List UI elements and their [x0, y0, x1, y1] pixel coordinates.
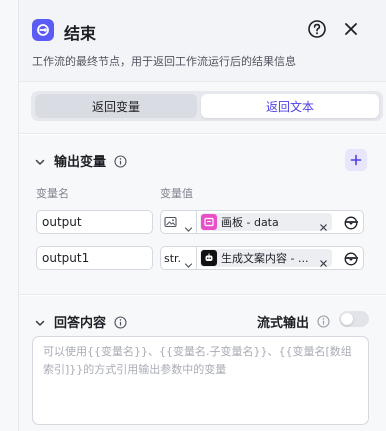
mode-switch-area: 返回变量 返回文本	[19, 82, 386, 134]
variable-type-text: str.	[164, 251, 182, 265]
info-icon[interactable]	[114, 314, 127, 329]
column-label-name: 变量名	[36, 187, 69, 200]
output-section-title: 输出变量	[54, 155, 107, 170]
help-icon[interactable]	[307, 19, 327, 39]
remove-reference-icon[interactable]	[319, 217, 328, 231]
remove-reference-icon[interactable]	[319, 253, 328, 267]
image-icon	[164, 216, 177, 228]
add-variable-button[interactable]	[345, 149, 367, 171]
remove-row-icon[interactable]	[346, 257, 358, 259]
info-icon[interactable]	[114, 153, 127, 168]
tab-return-text[interactable]: 返回文本	[201, 94, 379, 118]
variable-name-input[interactable]: output1	[36, 246, 153, 270]
panel-title: 结束	[64, 24, 97, 43]
variable-name-input[interactable]: output	[36, 210, 153, 234]
output-variables-section: 输出变量 变量名 变量值 output 画板 - data output1 st…	[19, 135, 386, 295]
collapse-chevron-icon[interactable]	[34, 153, 46, 165]
variable-value-field[interactable]: 生成文案内容 - ...	[196, 246, 364, 270]
variable-reference-chip: 画板 - data	[200, 213, 332, 231]
bot-node-icon	[201, 250, 217, 266]
reference-text: 画板 - data	[221, 216, 279, 229]
reference-text: 生成文案内容 - ...	[221, 252, 309, 265]
info-icon[interactable]	[317, 313, 330, 328]
chevron-down-icon	[184, 219, 193, 232]
close-icon[interactable]	[342, 20, 360, 38]
end-node-icon	[32, 19, 54, 41]
variable-value-field[interactable]: 画板 - data	[196, 210, 364, 234]
streaming-output-label: 流式输出	[257, 316, 310, 331]
panel-description: 工作流的最终节点，用于返回工作流运行后的结果信息	[32, 55, 296, 68]
streaming-output-toggle[interactable]	[339, 311, 369, 327]
column-label-value: 变量值	[160, 187, 193, 200]
answer-content-textarea[interactable]: 可以使用{{变量名}}、{{变量名.子变量名}}、{{变量名[数组索引]}}的方…	[32, 336, 369, 425]
variable-reference-chip: 生成文案内容 - ...	[200, 249, 332, 267]
answer-content-section: 回答内容 流式输出 可以使用{{变量名}}、{{变量名.子变量名}}、{{变量名…	[19, 296, 386, 431]
collapse-chevron-icon[interactable]	[34, 314, 46, 326]
tab-return-variables[interactable]: 返回变量	[35, 94, 197, 118]
variable-type-select[interactable]: str.	[160, 246, 197, 270]
panel-header: 结束 工作流的最终节点，用于返回工作流运行后的结果信息	[19, 0, 386, 82]
plus-icon	[350, 154, 362, 166]
end-node-panel: 结束 工作流的最终节点，用于返回工作流运行后的结果信息 返回变量 返回文本 输出	[18, 0, 386, 431]
chevron-down-icon	[184, 255, 193, 268]
variable-type-select[interactable]	[160, 210, 197, 234]
remove-row-icon[interactable]	[346, 221, 358, 223]
mode-segmented-control: 返回变量 返回文本	[31, 91, 383, 121]
toggle-knob	[341, 313, 353, 325]
canvas-node-icon	[201, 214, 217, 230]
answer-section-title: 回答内容	[54, 316, 107, 331]
